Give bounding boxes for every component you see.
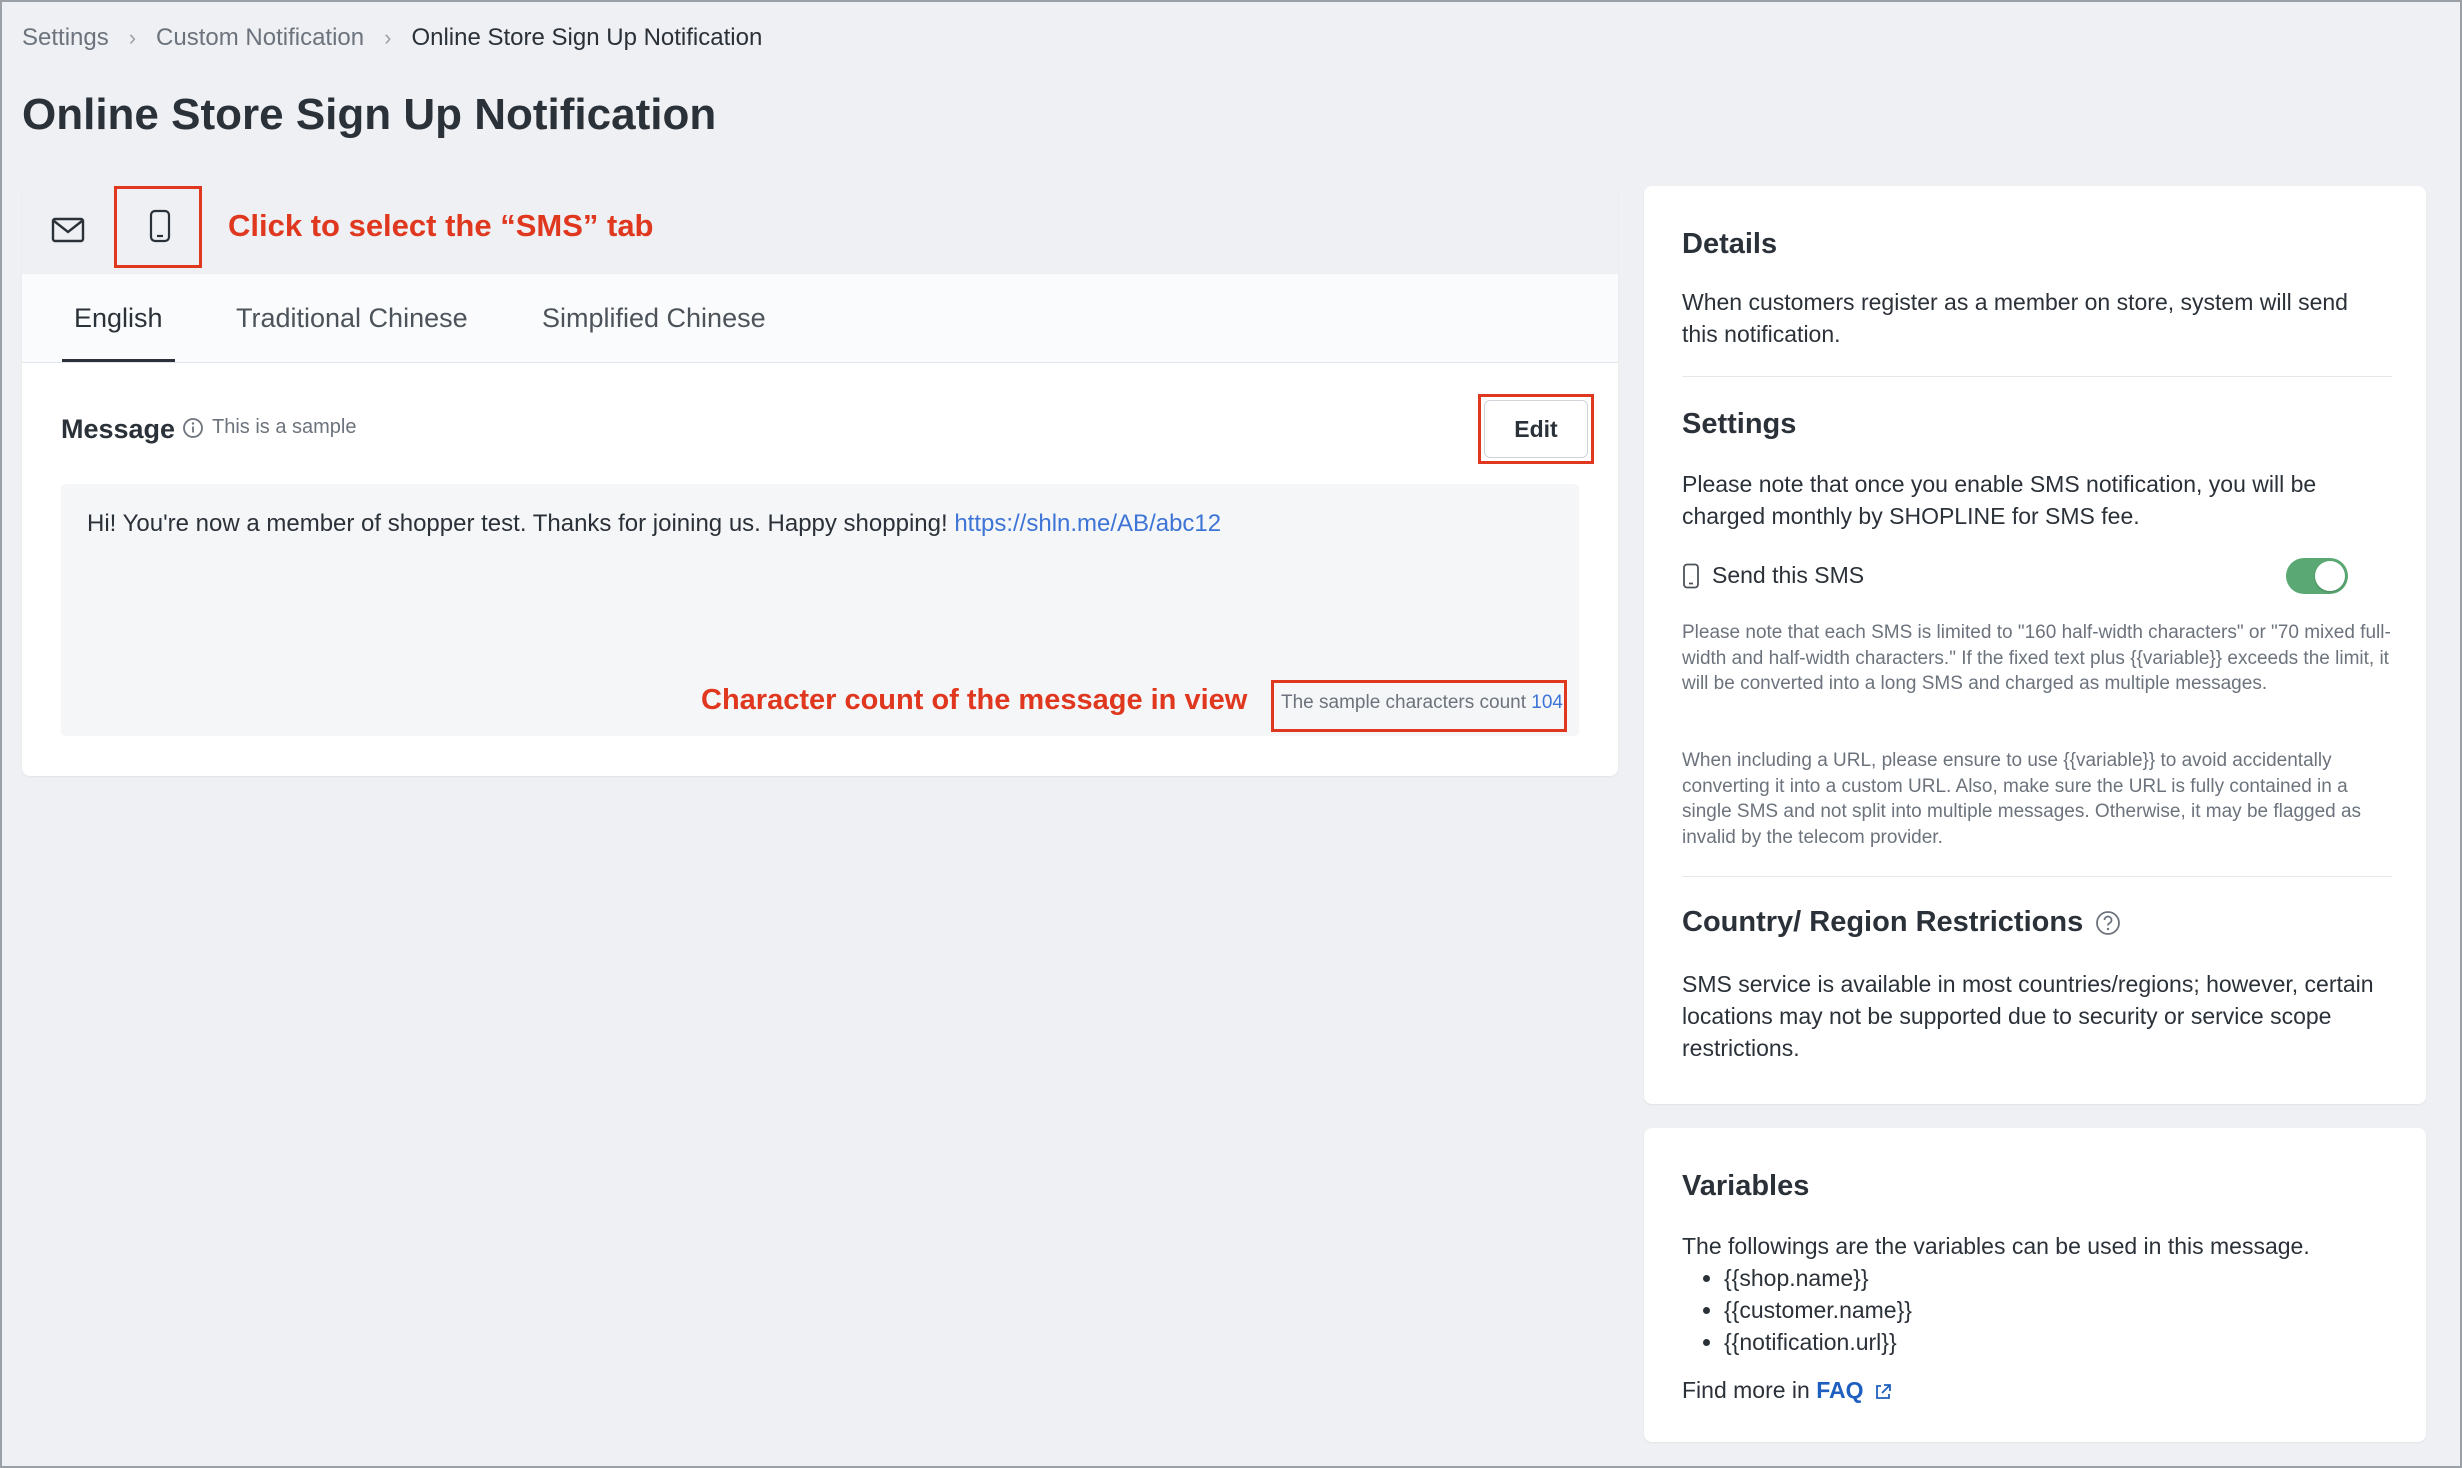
char-count-annotation: Character count of the message in view: [701, 684, 1248, 716]
sms-limit-note: Please note that each SMS is limited to …: [1682, 622, 2391, 694]
breadcrumb-settings[interactable]: Settings: [22, 24, 109, 52]
variables-list: {{shop.name}} {{customer.name}} {{notifi…: [1724, 1262, 1912, 1358]
divider: [1682, 876, 2392, 877]
sms-tab-highlight: [114, 186, 202, 268]
sms-url-note: When including a URL, please ensure to u…: [1682, 750, 2362, 848]
restrictions-text: SMS service is available in most countri…: [1682, 971, 2374, 1061]
details-text: When customers register as a member on s…: [1682, 289, 2348, 347]
settings-text: Please note that once you enable SMS not…: [1682, 471, 2317, 529]
sample-info-text: This is a sample: [212, 416, 357, 438]
toggle-knob: [2315, 561, 2345, 591]
sms-tab-annotation: Click to select the “SMS” tab: [228, 208, 654, 243]
tab-simplified-chinese[interactable]: Simplified Chinese: [542, 274, 766, 362]
message-body: Hi! You're now a member of shopper test.…: [87, 510, 1221, 538]
variables-title: Variables: [1682, 1170, 1810, 1202]
details-card: Details When customers register as a mem…: [1644, 186, 2426, 1104]
details-title: Details: [1682, 228, 1778, 260]
divider: [1682, 376, 2392, 377]
message-preview: Hi! You're now a member of shopper test.…: [61, 484, 1579, 736]
email-tab[interactable]: [46, 208, 90, 252]
message-link[interactable]: https://shln.me/AB/abc12: [954, 510, 1221, 537]
mail-icon: [51, 217, 85, 243]
external-link-icon: [1875, 1384, 1891, 1399]
find-more-text: Find more in: [1682, 1377, 1817, 1403]
tab-english[interactable]: English: [62, 274, 175, 362]
message-label: Message: [61, 414, 176, 444]
variables-card: Variables The followings are the variabl…: [1644, 1128, 2426, 1442]
notification-editor-card: Click to select the “SMS” tab English Tr…: [22, 186, 1618, 776]
chevron-right-icon: ›: [128, 25, 137, 50]
chevron-right-icon: ›: [384, 25, 392, 50]
send-sms-label: Send this SMS: [1712, 562, 1865, 588]
help-icon[interactable]: [2095, 910, 2121, 936]
send-sms-toggle[interactable]: [2286, 558, 2348, 594]
breadcrumb: Settings › Custom Notification › Online …: [22, 24, 762, 52]
list-item: {{notification.url}}: [1724, 1326, 1912, 1358]
phone-icon: [1683, 563, 1699, 588]
settings-title: Settings: [1682, 408, 1797, 440]
list-item: {{customer.name}}: [1724, 1294, 1912, 1326]
language-tabs: English Traditional Chinese Simplified C…: [22, 274, 1618, 363]
restrictions-title: Country/ Region Restrictions: [1682, 906, 2084, 938]
channel-tab-bar: Click to select the “SMS” tab: [22, 186, 1618, 274]
faq-link[interactable]: FAQ: [1816, 1377, 1863, 1403]
edit-button-highlight: [1478, 394, 1594, 464]
list-item: {{shop.name}}: [1724, 1262, 1912, 1294]
page-title: Online Store Sign Up Notification: [22, 90, 717, 139]
character-count-highlight: [1271, 680, 1567, 732]
variables-intro: The followings are the variables can be …: [1682, 1233, 2310, 1259]
message-body-text: Hi! You're now a member of shopper test.…: [87, 510, 955, 537]
tab-traditional-chinese[interactable]: Traditional Chinese: [236, 274, 468, 362]
breadcrumb-custom-notification[interactable]: Custom Notification: [156, 24, 364, 52]
sample-info: This is a sample: [182, 416, 357, 439]
find-more-row: Find more in FAQ: [1682, 1374, 2382, 1406]
send-sms-row: Send this SMS: [1682, 562, 1864, 589]
breadcrumb-current: Online Store Sign Up Notification: [411, 24, 763, 51]
info-icon: [183, 417, 203, 438]
restrictions-heading: Country/ Region Restrictions: [1682, 906, 2121, 939]
